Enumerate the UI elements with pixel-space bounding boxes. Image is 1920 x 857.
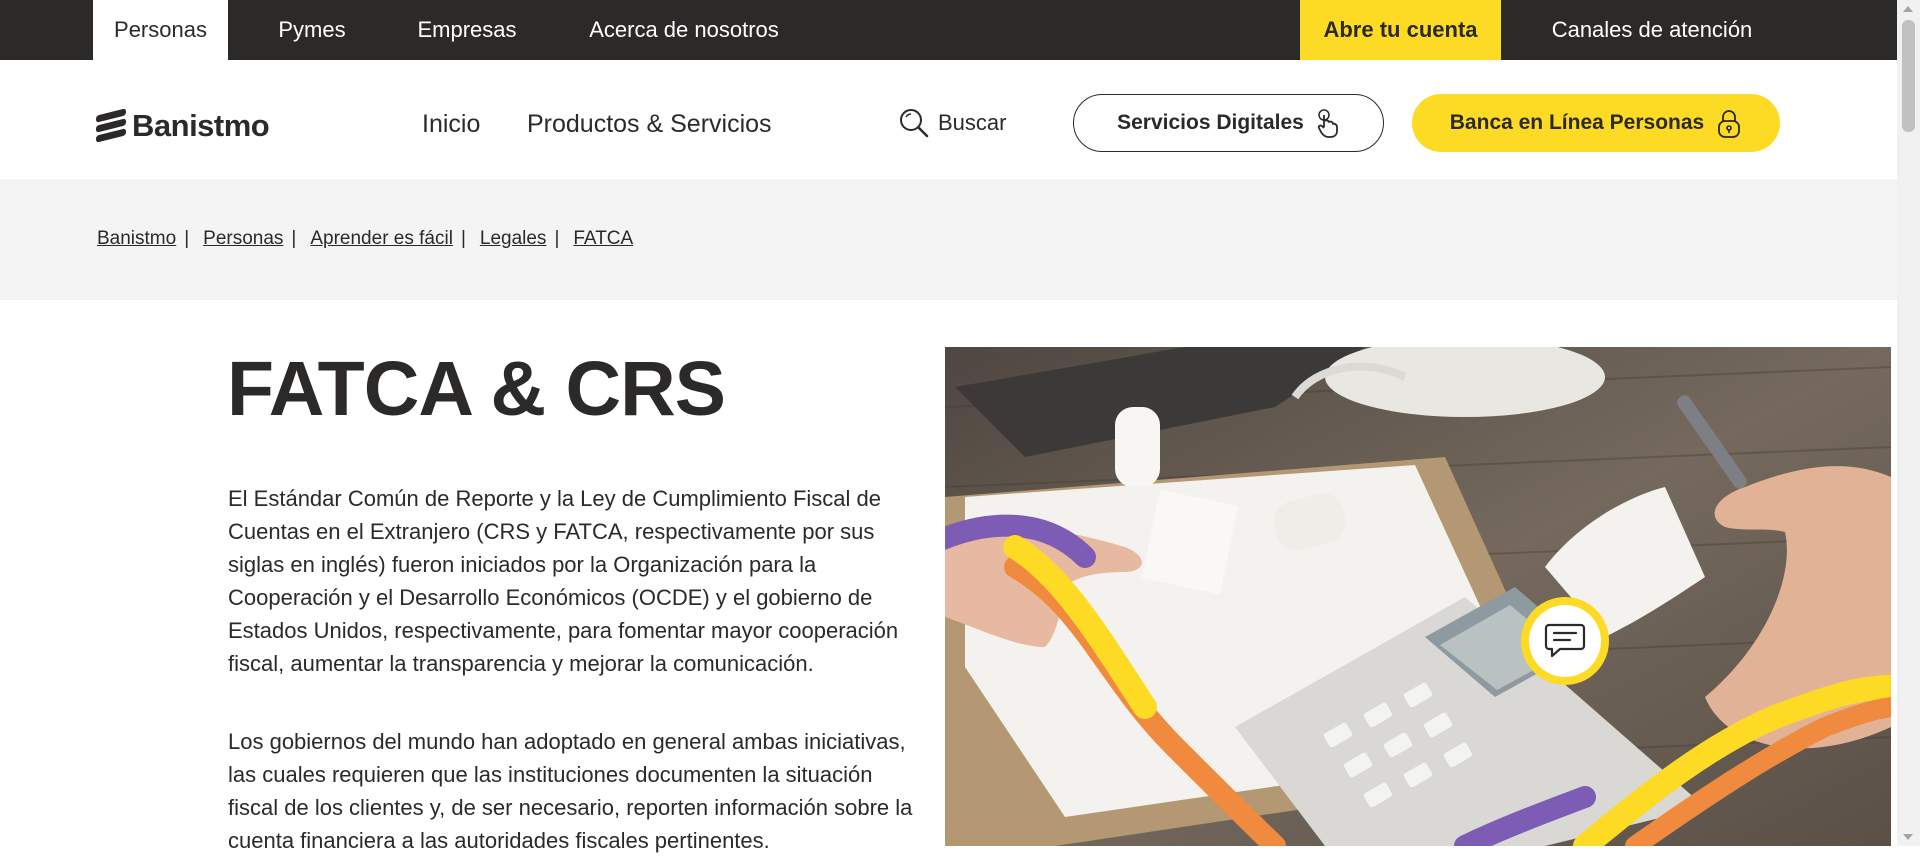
tab-pymes[interactable]: Pymes [262, 0, 362, 60]
breadcrumb-band: Banistmo | Personas | Aprender es fácil | L… [0, 179, 1897, 300]
top-utility-bar: Personas Pymes Empresas Acerca de nosotr… [0, 0, 1897, 60]
nav-inicio[interactable]: Inicio [422, 110, 480, 139]
scroll-up-icon[interactable] [1903, 6, 1913, 12]
chat-icon [1544, 623, 1586, 658]
search-button[interactable]: Buscar [898, 107, 1006, 139]
banistmo-logo[interactable]: Banistmo [96, 108, 270, 144]
tab-personas[interactable]: Personas [93, 0, 228, 60]
page-title: FATCA & CRS [227, 346, 726, 432]
touch-hand-icon [1317, 109, 1338, 138]
intro-paragraph: El Estándar Común de Reporte y la Ley de… [228, 486, 899, 676]
page-scrollbar[interactable] [1897, 0, 1920, 846]
breadcrumb: Banistmo | Personas | Aprender es fácil | L… [97, 228, 634, 250]
open-account-button[interactable]: Abre tu cuenta [1300, 0, 1501, 60]
main-header: Banistmo Inicio Productos & Servicios Bu… [0, 60, 1897, 179]
search-label: Buscar [938, 110, 1007, 135]
breadcrumb-aprender[interactable]: Aprender es fácil [310, 228, 453, 250]
scroll-down-icon[interactable] [1903, 834, 1913, 840]
digital-services-label: Servicios Digitales [1117, 111, 1304, 134]
breadcrumb-banistmo[interactable]: Banistmo [97, 228, 176, 250]
digital-services-button[interactable]: Servicios Digitales [1073, 94, 1384, 152]
tab-empresas[interactable]: Empresas [404, 0, 530, 60]
scrollbar-thumb[interactable] [1902, 20, 1915, 132]
tab-acerca-de-nosotros[interactable]: Acerca de nosotros [578, 0, 790, 60]
hero-illustration [945, 347, 1891, 846]
online-banking-label: Banca en Línea Personas [1449, 111, 1705, 134]
breadcrumb-fatca[interactable]: FATCA [573, 228, 633, 250]
search-icon [900, 109, 929, 138]
lock-icon [1718, 110, 1741, 138]
breadcrumb-personas[interactable]: Personas [203, 228, 283, 250]
online-banking-button[interactable]: Banca en Línea Personas [1412, 94, 1780, 152]
logo-wordmark: Banistmo [132, 108, 270, 143]
breadcrumb-legales[interactable]: Legales [480, 228, 547, 250]
hero-image [945, 347, 1891, 846]
second-paragraph: Los gobiernos del mundo han adoptado en … [228, 729, 913, 853]
nav-productos-servicios[interactable]: Productos & Servicios [527, 110, 772, 139]
service-channels-link[interactable]: Canales de atención [1530, 0, 1774, 60]
chat-button[interactable] [1521, 597, 1609, 685]
logo-mark-icon [96, 108, 126, 143]
